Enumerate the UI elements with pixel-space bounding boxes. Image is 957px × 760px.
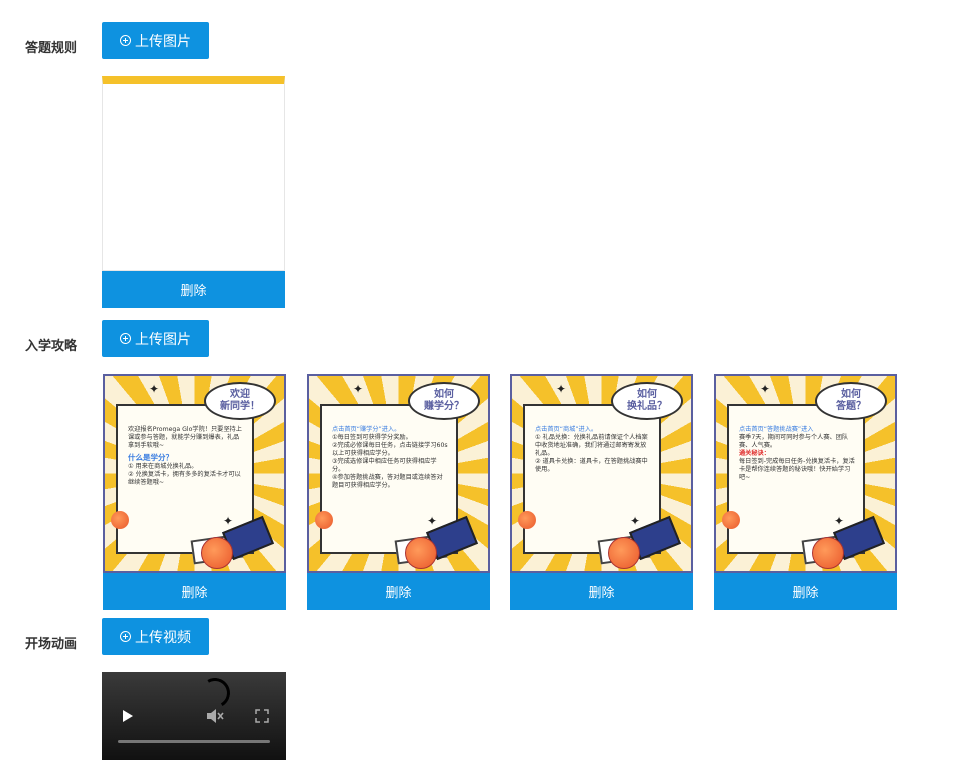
sparkle-icon: ✦	[760, 382, 771, 396]
poster-text-line: ① 用来在商城兑换礼品。	[128, 463, 198, 470]
section-enrollment-guide: 入学攻略 上传图片 欢迎报名Promega Glo学院！只要坚持上课或参与答题，…	[0, 320, 957, 618]
poster-text-line: ② 道具卡兑换：道具卡，在答题挑战赛中使用。	[535, 458, 648, 473]
poster-text-line: 欢迎报名Promega Glo学院！只要坚持上课或参与答题，就能学分赚到爆表，礼…	[128, 426, 242, 449]
volume-icon[interactable]	[206, 708, 224, 724]
guide-poster-image: 点击首页“商城”进入。 ① 礼品兑换：兑换礼品前请保证个人档案中收货地址准确，我们…	[510, 374, 693, 573]
poster-text-line: 什么是学分？	[128, 453, 173, 462]
fullscreen-icon[interactable]	[255, 709, 269, 723]
section-answer-rules: 答题规则 上传图片 删除	[0, 0, 957, 320]
poster-text-line: 每日签到-完成每日任务-兑换复活卡，复活卡是帮你连续答题的秘诀哦！快开始学习吧~	[739, 458, 855, 481]
poster-text-line: ② 兑换复活卡，拥有多多的复活卡才可以继续答题哦~	[128, 471, 241, 486]
poster-bubble: 如何 答题？	[815, 382, 887, 420]
delete-button[interactable]: 删除	[510, 573, 693, 610]
sparkle-icon: ✦	[556, 382, 567, 396]
media-settings-page: 答题规则 上传图片 删除 入学攻略 上传图片 欢迎报名Promega Glo学院…	[0, 0, 957, 760]
poster-text-line: 赛季7天，期间可同时参与个人赛、团队赛、人气赛。	[739, 434, 849, 449]
plus-circle-icon	[120, 333, 131, 344]
poster-bubble: 如何 赚学分？	[408, 382, 480, 420]
loading-spinner-icon	[196, 674, 234, 712]
upload-button-label: 上传视频	[135, 629, 191, 646]
poster-text-line: 点击首页“商城”进入。	[535, 426, 598, 433]
upload-video-button[interactable]: 上传视频	[102, 618, 209, 655]
poster-text-line: ① 礼品兑换：兑换礼品前请保证个人档案中收货地址准确，我们将通过邮寄寄发放礼品。	[535, 434, 648, 457]
image-card: 点击首页“答题挑战赛”进入 赛季7天，期间可同时参与个人赛、团队赛、人气赛。 通关秘…	[714, 374, 897, 610]
poster-text-line: 点击首页“答题挑战赛”进入	[739, 426, 814, 433]
sparkle-icon: ✦	[149, 382, 160, 396]
delete-button[interactable]: 删除	[714, 573, 897, 610]
fruit-icon	[315, 511, 333, 529]
image-card: 点击首页“赚学分”进入。 ①每日签到可获得学分奖励。 ②完成必修课每日任务，点击链接…	[307, 374, 490, 610]
sparkle-icon: ✦	[223, 514, 234, 528]
section-opening-animation: 开场动画 上传视频	[0, 618, 957, 760]
upload-image-button[interactable]: 上传图片	[102, 320, 209, 357]
sparkle-icon: ✦	[834, 514, 845, 528]
section-label: 入学攻略	[25, 339, 78, 354]
fruit-icon	[518, 511, 536, 529]
sparkle-icon: ✦	[630, 514, 641, 528]
poster-text-line: 点击首页“赚学分”进入。	[332, 426, 401, 433]
poster-text-line: 通关秘诀：	[739, 450, 770, 457]
fruit-icon	[722, 511, 740, 529]
poster-text-line: ③完成选修课中相应任务可获得相应学分。	[332, 458, 437, 473]
plus-circle-icon	[120, 35, 131, 46]
image-card: 欢迎报名Promega Glo学院！只要坚持上课或参与答题，就能学分赚到爆表，礼…	[103, 374, 286, 610]
video-progress-bar[interactable]	[118, 740, 270, 743]
section-label: 答题规则	[25, 41, 78, 56]
upload-button-label: 上传图片	[135, 33, 191, 50]
guide-poster-image: 欢迎报名Promega Glo学院！只要坚持上课或参与答题，就能学分赚到爆表，礼…	[103, 374, 286, 573]
video-player[interactable]	[102, 672, 286, 760]
poster-text-line: ④参加答题挑战赛，答对题目或连续答对题目可获得相应学分。	[332, 474, 443, 489]
sparkle-icon: ✦	[427, 514, 438, 528]
delete-button[interactable]: 删除	[102, 271, 285, 308]
image-card: 删除	[102, 76, 285, 308]
poster-bubble: 欢迎 新同学！	[204, 382, 276, 420]
poster-text-line: ②完成必修课每日任务，点击链接学习60s以上可获得相应学分。	[332, 442, 448, 457]
poster-bubble: 如何 换礼品？	[611, 382, 683, 420]
guide-poster-image: 点击首页“答题挑战赛”进入 赛季7天，期间可同时参与个人赛、团队赛、人气赛。 通关秘…	[714, 374, 897, 573]
delete-button[interactable]: 删除	[307, 573, 490, 610]
fruit-icon	[812, 537, 844, 569]
fruit-icon	[405, 537, 437, 569]
image-card: 点击首页“商城”进入。 ① 礼品兑换：兑换礼品前请保证个人档案中收货地址准确，我们…	[510, 374, 693, 610]
plus-circle-icon	[120, 631, 131, 642]
delete-button[interactable]: 删除	[103, 573, 286, 610]
play-icon[interactable]	[123, 710, 133, 722]
fruit-icon	[201, 537, 233, 569]
poster-text-line: ①每日签到可获得学分奖励。	[332, 434, 412, 441]
guide-poster-image: 点击首页“赚学分”进入。 ①每日签到可获得学分奖励。 ②完成必修课每日任务，点击链接…	[307, 374, 490, 573]
fruit-icon	[111, 511, 129, 529]
upload-button-label: 上传图片	[135, 331, 191, 348]
sparkle-icon: ✦	[353, 382, 364, 396]
upload-image-button[interactable]: 上传图片	[102, 22, 209, 59]
rule-image	[102, 76, 285, 271]
fruit-icon	[608, 537, 640, 569]
section-label: 开场动画	[25, 637, 78, 652]
